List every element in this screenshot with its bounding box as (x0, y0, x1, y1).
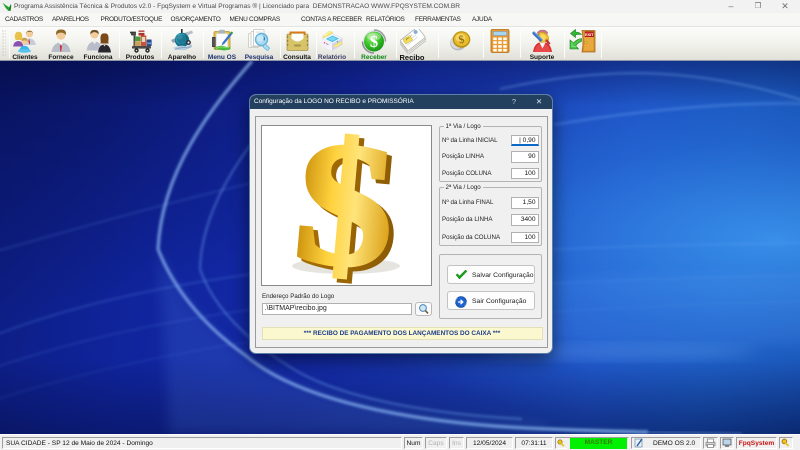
svg-text:$: $ (288, 126, 401, 285)
svg-text:EXIT: EXIT (585, 33, 594, 37)
svg-text:$: $ (370, 32, 378, 51)
